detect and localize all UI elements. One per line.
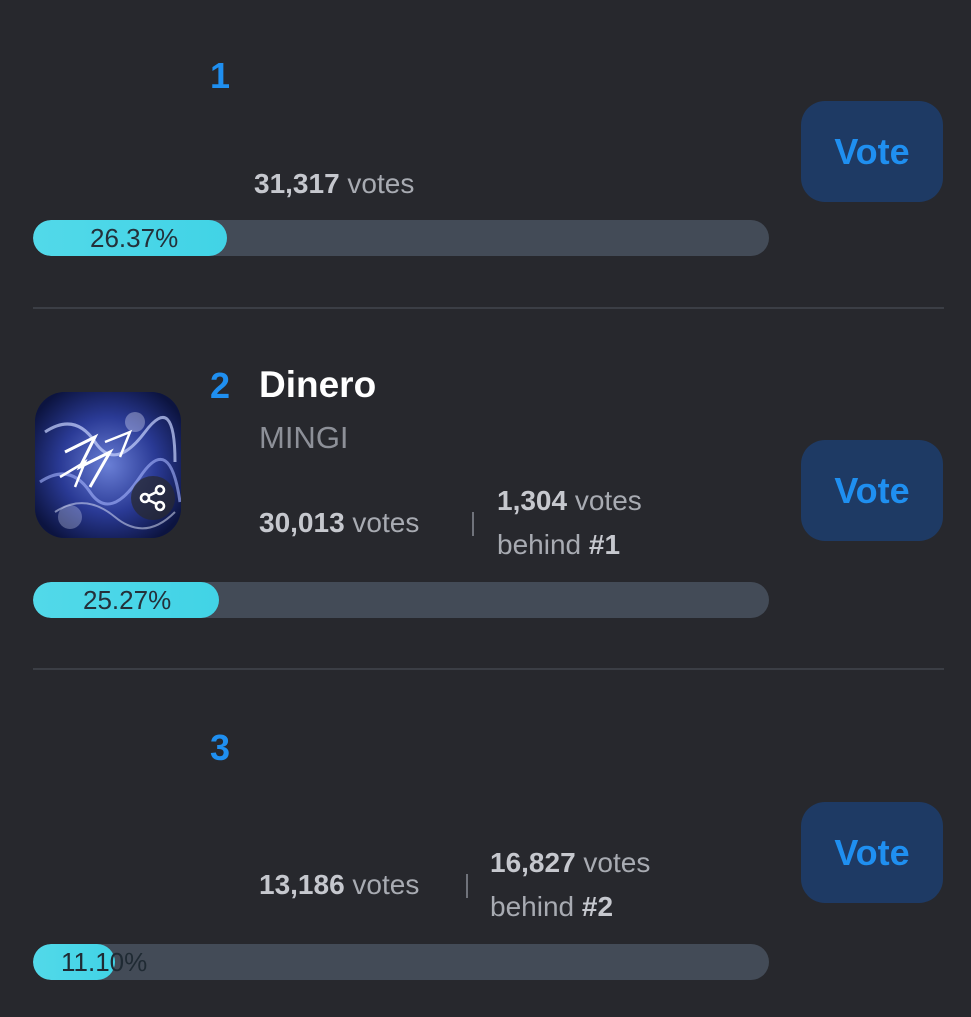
behind-rank: #2 xyxy=(581,891,614,922)
vote-button[interactable]: Vote xyxy=(801,440,943,541)
behind-count-number: 1,304 xyxy=(497,485,568,516)
votes-count: 30,013 votes xyxy=(259,509,419,537)
behind-rank: #1 xyxy=(588,529,621,560)
behind-count-number: 16,827 xyxy=(490,847,576,878)
votes-word: votes xyxy=(347,168,415,199)
behind-label: behind xyxy=(497,529,582,560)
votes-behind: 1,304 votes behind #1 xyxy=(497,479,642,567)
behind-label: behind xyxy=(490,891,575,922)
votes-word: votes xyxy=(352,507,420,538)
rank-number: 2 xyxy=(210,365,231,406)
percent-bar: 11.10% xyxy=(33,944,769,980)
album-cover[interactable] xyxy=(35,392,181,538)
votes-count-number: 30,013 xyxy=(259,507,345,538)
vote-button[interactable]: Vote xyxy=(801,101,943,202)
behind-votes-word: votes xyxy=(583,847,651,878)
behind-votes-word: votes xyxy=(574,485,642,516)
artist-name: MINGI xyxy=(259,420,349,455)
votes-count-number: 31,317 xyxy=(254,168,340,199)
percent-label: 26.37% xyxy=(90,223,179,253)
percent-bar: 26.37% xyxy=(33,220,769,256)
vote-button[interactable]: Vote xyxy=(801,802,943,903)
share-button[interactable] xyxy=(131,476,175,520)
divider xyxy=(33,668,944,670)
song-title: Dinero xyxy=(259,364,377,405)
votes-behind: 16,827 votes behind #2 xyxy=(490,841,650,929)
rank-number: 1 xyxy=(210,55,231,96)
divider xyxy=(33,307,944,309)
rank-number: 3 xyxy=(210,727,231,768)
votes-count-number: 13,186 xyxy=(259,869,345,900)
votes-count: 31,317 votes xyxy=(254,170,414,198)
separator xyxy=(472,512,474,536)
percent-label: 25.27% xyxy=(83,585,172,615)
votes-count: 13,186 votes xyxy=(259,871,419,899)
separator xyxy=(466,874,468,898)
votes-word: votes xyxy=(352,869,420,900)
percent-bar: 25.27% xyxy=(33,582,769,618)
percent-label: 11.10% xyxy=(61,947,148,977)
share-icon xyxy=(139,484,166,512)
